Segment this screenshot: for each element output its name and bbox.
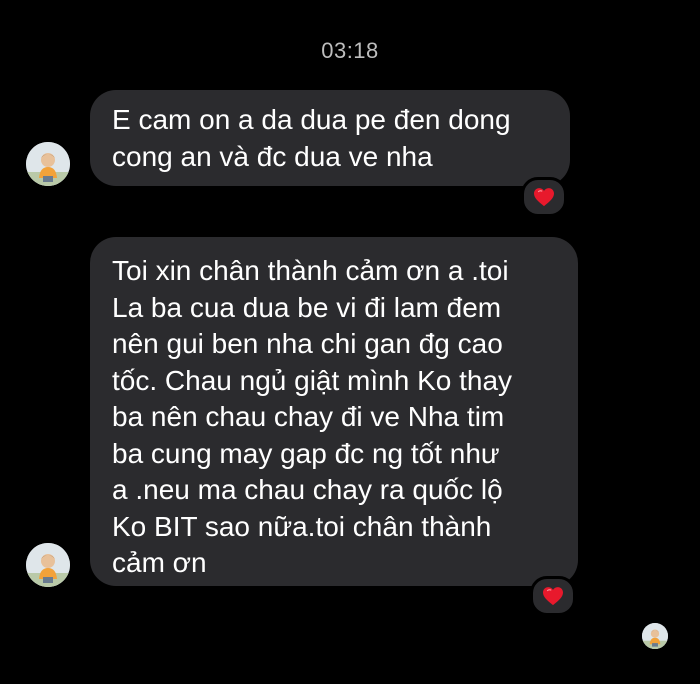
- message-bubble[interactable]: Toi xin chân thành cảm ơn a .toi La ba c…: [90, 237, 578, 586]
- sender-avatar[interactable]: [26, 142, 70, 186]
- child-avatar-image: [26, 543, 70, 587]
- message-reaction[interactable]: [530, 576, 576, 616]
- read-receipt-avatar: [642, 623, 668, 649]
- message-reaction[interactable]: [521, 177, 567, 217]
- heart-icon: [534, 188, 554, 207]
- child-avatar-image: [642, 623, 668, 649]
- sender-avatar[interactable]: [26, 543, 70, 587]
- chat-timestamp: 03:18: [321, 38, 379, 63]
- message-bubble[interactable]: E cam on a da dua pe đen dong cong an và…: [90, 90, 570, 186]
- child-avatar-image: [26, 142, 70, 186]
- heart-icon: [543, 587, 563, 606]
